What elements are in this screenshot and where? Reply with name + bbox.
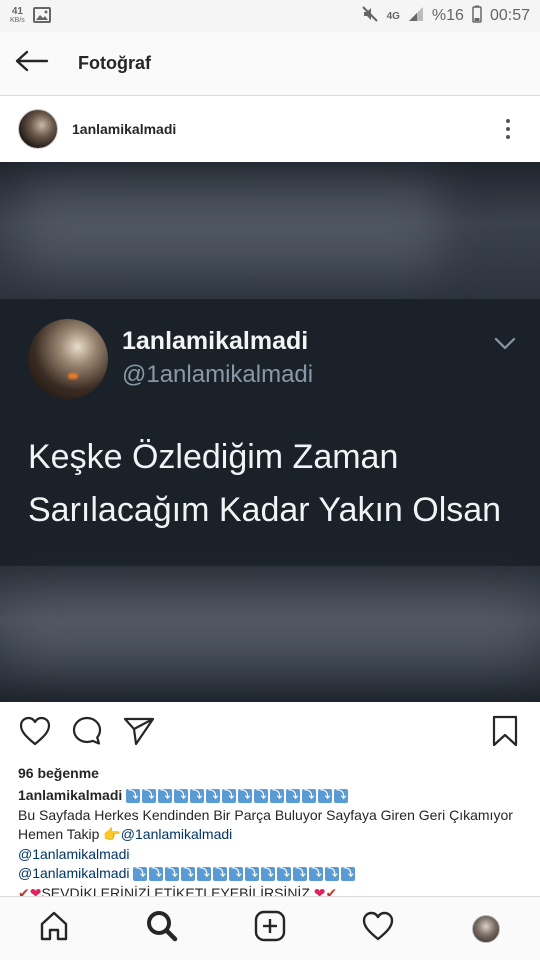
caption-line: @1anlamikalmadi ⤵ ⤵ ⤵ ⤵ ⤵ ⤵ ⤵ ⤵ ⤵ ⤵ ⤵ ⤵ ⤵ ⤵ (18, 864, 528, 884)
heart-emoji-icon: ❤ (313, 884, 326, 897)
network-speed-value: 41 (11, 6, 23, 17)
page-title: Fotoğraf (78, 53, 151, 73)
check-icon: ✔ (325, 884, 338, 897)
mention-link[interactable]: @1anlamikalmadi (18, 865, 129, 881)
arrow-left-icon (15, 50, 49, 77)
home-icon (38, 910, 70, 947)
comment-icon (71, 715, 103, 752)
tweet-text-line: Keşke Özlediğim Zaman (28, 438, 399, 476)
tweet-card: 1anlamikalmadi @1anlamikalmadi Keşke Özl… (0, 299, 540, 566)
bottom-navigation (0, 896, 540, 960)
tweet-text: Keşke Özlediğim Zaman Sarılacağım Kadar … (28, 431, 528, 537)
status-left: 41 KB/s (10, 6, 51, 26)
like-button[interactable] (16, 714, 54, 752)
post-photo[interactable]: 1anlamikalmadi @1anlamikalmadi Keşke Özl… (0, 162, 540, 702)
blurred-background-bottom (0, 566, 540, 702)
caption-line: 1anlamikalmadi ⤵ ⤵ ⤵ ⤵ ⤵ ⤵ ⤵ ⤵ ⤵ ⤵ ⤵ ⤵ ⤵ ⤵ (18, 786, 528, 806)
network-type: 4G (386, 10, 400, 22)
tweet-text-line: Sarılacağım Kadar Yakın Olsan (28, 491, 502, 529)
post-caption: 1anlamikalmadi ⤵ ⤵ ⤵ ⤵ ⤵ ⤵ ⤵ ⤵ ⤵ ⤵ ⤵ ⤵ ⤵ ⤵ Bu Sayfada… (18, 786, 528, 896)
network-speed-unit: KB/s (10, 17, 25, 24)
clock: 00:57 (489, 7, 530, 24)
caption-line: Bu Sayfada Herkes Kendinden Bir Parça Bu… (18, 806, 513, 823)
heart-emoji-icon: ❤ (29, 884, 42, 897)
caption-username[interactable]: 1anlamikalmadi (18, 787, 122, 803)
emoji-decoration: ⤵ ⤵ ⤵ ⤵ ⤵ ⤵ ⤵ ⤵ ⤵ ⤵ ⤵ ⤵ ⤵ ⤵ (133, 867, 356, 882)
nav-search[interactable] (132, 899, 192, 959)
nav-add-post[interactable] (240, 899, 300, 959)
likes-count[interactable]: 96 beğenme (18, 765, 99, 781)
post-header: 1anlamikalmadi (0, 96, 540, 162)
more-options-button[interactable] (494, 109, 522, 149)
bookmark-icon (492, 715, 518, 752)
tweet-handle: @1anlamikalmadi (122, 361, 314, 388)
post-username[interactable]: 1anlamikalmadi (72, 121, 176, 137)
mute-icon (361, 5, 379, 28)
tweet-name: 1anlamikalmadi (122, 327, 309, 355)
caption-text: Hemen Takip 👉 (18, 826, 121, 842)
status-bar: 41 KB/s 4G %16 00:57 (0, 0, 540, 32)
status-right: 4G %16 00:57 (361, 5, 530, 28)
more-vertical-icon-dot (506, 119, 510, 123)
tweet-avatar (28, 319, 108, 399)
network-speed: 41 KB/s (10, 7, 25, 25)
post-actions (0, 702, 540, 764)
save-button[interactable] (486, 714, 524, 752)
check-icon: ✔ (18, 884, 30, 897)
caption-line: Hemen Takip 👉@1anlamikalmadi (18, 825, 528, 845)
caption-line: @1anlamikalmadi (18, 845, 528, 865)
mention-link[interactable]: @1anlamikalmadi (18, 846, 129, 862)
blurred-background-top (0, 162, 540, 299)
caption-line: ✔❤SEVDİKLERİNİZİ ETİKETLEYEBİLİRSİNİZ ❤✔ (18, 884, 528, 897)
signal-icon (408, 6, 424, 27)
search-icon (146, 910, 178, 947)
back-button[interactable] (0, 32, 64, 96)
nav-profile[interactable] (456, 899, 516, 959)
share-button[interactable] (120, 714, 158, 752)
caption-text: SEVDİKLERİNİZİ ETİKETLEYEBİLİRSİNİZ (41, 884, 310, 897)
mention-link[interactable]: @1anlamikalmadi (121, 826, 232, 842)
more-vertical-icon-dot (506, 127, 510, 131)
comment-button[interactable] (68, 714, 106, 752)
nav-activity[interactable] (348, 899, 408, 959)
nav-home[interactable] (24, 899, 84, 959)
send-icon (123, 716, 155, 751)
battery-icon (472, 5, 482, 28)
heart-icon (19, 716, 51, 751)
avatar[interactable] (18, 109, 58, 149)
app-header: Fotoğraf (0, 32, 540, 96)
more-vertical-icon-dot (506, 135, 510, 139)
emoji-decoration: ⤵ ⤵ ⤵ ⤵ ⤵ ⤵ ⤵ ⤵ ⤵ ⤵ ⤵ ⤵ ⤵ ⤵ (126, 789, 349, 804)
chevron-down-icon (494, 337, 516, 356)
battery-percent: %16 (431, 7, 464, 24)
avatar (472, 914, 500, 943)
add-post-icon (254, 910, 286, 947)
gallery-notification-icon (32, 6, 51, 26)
heart-icon (362, 911, 394, 946)
